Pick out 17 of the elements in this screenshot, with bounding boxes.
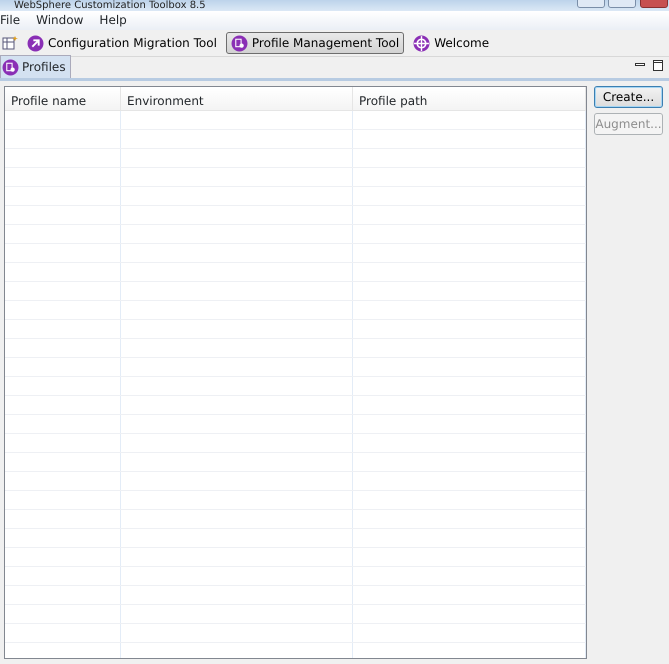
menu-item[interactable]: File <box>0 11 30 30</box>
column-header[interactable]: Profile path <box>353 87 586 110</box>
perspective-icon <box>2 35 18 51</box>
view-tab[interactable]: Profiles <box>0 55 71 78</box>
toolbar-button[interactable]: Welcome <box>408 32 494 54</box>
menu-item[interactable]: Window <box>30 11 94 30</box>
menu-item[interactable]: Help <box>93 11 137 30</box>
globe-icon <box>413 34 430 52</box>
window-title: WebSphere Customization Toolbox 8.5 <box>13 1 206 11</box>
maximize-icon <box>653 60 663 71</box>
push-button[interactable]: Create... <box>594 86 663 108</box>
column-header[interactable]: Environment <box>121 87 353 110</box>
toolbar-button[interactable]: Profile Management Tool <box>226 32 404 54</box>
toolbar-button[interactable]: Configuration Migration Tool <box>22 32 222 54</box>
profile-icon <box>230 34 248 52</box>
profile-icon <box>2 58 19 76</box>
column-header[interactable]: Profile name <box>5 87 121 110</box>
